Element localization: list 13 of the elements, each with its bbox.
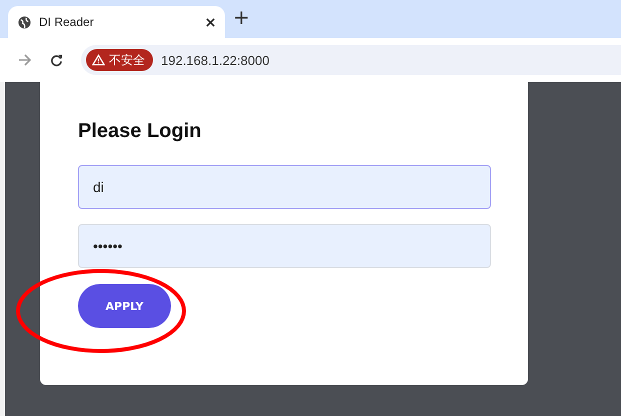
warning-icon (92, 54, 105, 66)
input-field[interactable]: •••••• (78, 224, 491, 268)
input-field[interactable]: di (78, 165, 491, 209)
apply-button[interactable]: APPLY (78, 284, 171, 328)
new-tab-button[interactable]: + (233, 5, 250, 29)
security-badge[interactable]: 不安全 (86, 49, 153, 71)
reload-icon[interactable] (50, 54, 63, 66)
forward-icon[interactable] (18, 54, 32, 66)
close-icon[interactable] (206, 18, 215, 26)
badge-label: 不安全 (109, 52, 145, 68)
login-title: Please Login (78, 120, 202, 143)
address-text[interactable]: 192.168.1.22:8000 (161, 52, 270, 68)
globe-icon (18, 16, 31, 28)
